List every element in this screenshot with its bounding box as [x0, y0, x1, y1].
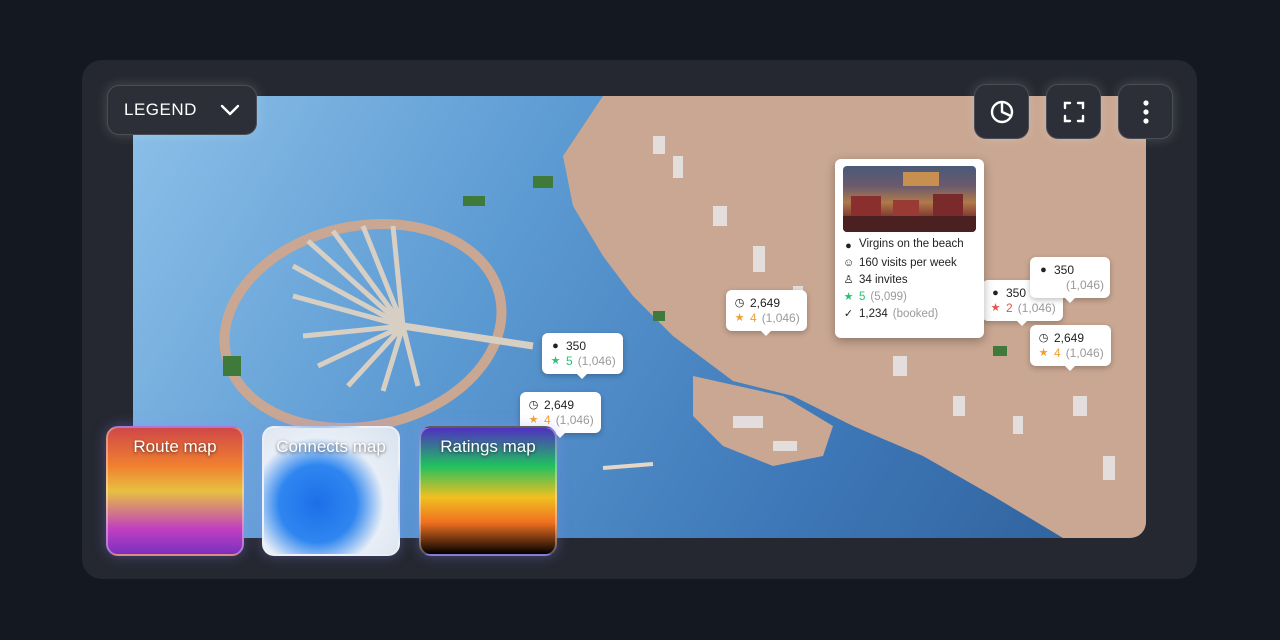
- location-icon: ●: [552, 340, 559, 352]
- route-map-thumb[interactable]: Route map: [106, 426, 244, 556]
- pin-count: (1,046): [761, 311, 800, 325]
- connects-map-thumb[interactable]: Connects map: [262, 426, 400, 556]
- more-options-button[interactable]: [1118, 84, 1173, 139]
- place-visits: 160 visits per week: [859, 257, 957, 269]
- chevron-down-icon: [220, 104, 240, 116]
- clock-icon: ◷: [734, 297, 745, 309]
- fullscreen-icon: [1063, 101, 1084, 122]
- pin-count: (1,046): [577, 354, 616, 368]
- place-photo: [843, 166, 976, 232]
- map-pin[interactable]: ◷ 2,649 ★ 4 (1,046): [726, 290, 807, 336]
- star-icon: ★: [550, 355, 561, 367]
- pin-count: (1,046): [1066, 278, 1105, 292]
- map-pin[interactable]: ● 350 (1,046): [1030, 257, 1110, 303]
- stats-button[interactable]: [974, 84, 1029, 139]
- place-rating-count: (5,099): [870, 291, 907, 303]
- pin-count: (1,046): [1065, 346, 1104, 360]
- pin-value: 2,649: [544, 398, 575, 412]
- pin-value: 350: [1054, 263, 1075, 277]
- star-icon: ★: [990, 302, 1001, 314]
- pin-count: (1,046): [1017, 301, 1056, 315]
- walking-icon: ☺: [843, 257, 855, 269]
- more-vertical-icon: [1142, 99, 1149, 124]
- pin-rating: 5: [566, 354, 573, 368]
- clock-icon: ◷: [528, 399, 539, 411]
- connects-map-label: Connects map: [276, 437, 386, 456]
- place-booked-value: 1,234: [859, 308, 888, 320]
- pin-value: 2,649: [1054, 331, 1085, 345]
- pin-count: (1,046): [555, 413, 594, 427]
- map-pin[interactable]: ● 350 ★ 5 (1,046): [542, 333, 623, 379]
- pin-value: 2,649: [750, 296, 781, 310]
- place-name: Virgins on the beach: [859, 238, 964, 250]
- location-icon: ●: [845, 240, 852, 252]
- pin-value: 350: [566, 339, 587, 353]
- location-icon: ●: [992, 287, 999, 299]
- place-card[interactable]: ● Virgins on the beach ☺ 160 visits per we…: [835, 159, 984, 338]
- user-icon: ♙: [843, 274, 854, 286]
- fullscreen-button[interactable]: [1046, 84, 1101, 139]
- star-icon: ★: [1038, 347, 1049, 359]
- location-icon: ●: [1040, 264, 1047, 276]
- ratings-map-thumb[interactable]: Ratings map: [419, 426, 557, 556]
- place-invites: 34 invites: [859, 274, 908, 286]
- pin-rating: 4: [1054, 346, 1061, 360]
- map-pin[interactable]: ◷ 2,649 ★ 4 (1,046): [1030, 325, 1111, 371]
- route-map-label: Route map: [133, 437, 217, 456]
- pin-value: 350: [1006, 286, 1027, 300]
- pie-chart-icon: [990, 100, 1013, 123]
- place-booked-label: (booked): [892, 308, 939, 320]
- ratings-map-label: Ratings map: [440, 437, 536, 456]
- legend-label: LEGEND: [124, 100, 197, 119]
- pin-rating: 2: [1006, 301, 1013, 315]
- place-rating: 5: [859, 291, 866, 303]
- clock-icon: ◷: [1038, 332, 1049, 344]
- legend-dropdown[interactable]: LEGEND: [107, 85, 257, 135]
- pin-rating: 4: [750, 311, 757, 325]
- restaurant-image: [843, 172, 976, 232]
- star-icon: ★: [734, 312, 745, 324]
- star-icon: ★: [843, 291, 854, 303]
- check-circle-icon: ✓: [843, 308, 854, 320]
